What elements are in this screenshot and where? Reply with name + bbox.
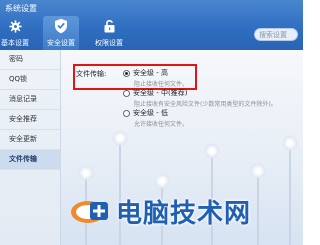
watermark-logo-icon bbox=[70, 196, 110, 226]
sidebar-item-qq-lock[interactable]: QQ锁 bbox=[0, 70, 60, 90]
sidebar-item-security-recommend[interactable]: 安全推荐 bbox=[0, 110, 60, 130]
top-toolbar: 系统设置 基本设置 安全设置 权限设置 搜索设置 bbox=[0, 0, 303, 50]
toolbar-basic-settings[interactable]: 基本设置 bbox=[0, 16, 30, 50]
radio-button[interactable] bbox=[123, 89, 130, 97]
option-label: 安全级 - 高 bbox=[133, 69, 168, 77]
toolbar-security-settings[interactable]: 安全设置 bbox=[43, 16, 79, 50]
watermark-text: 电脑技术网 bbox=[116, 198, 252, 229]
sidebar-item-password[interactable]: 密码 bbox=[0, 50, 60, 70]
toolbar-basic-settings-label: 基本设置 bbox=[1, 39, 29, 47]
background-flower bbox=[250, 163, 266, 245]
option-security-medium[interactable]: 安全级 - 中(推荐) 阻止接收有安全风险文件(少数常用类型的文件除外)。 bbox=[123, 88, 277, 108]
radio-button[interactable] bbox=[123, 109, 130, 117]
shield-icon bbox=[43, 16, 79, 36]
gear-icon bbox=[0, 16, 30, 36]
toolbar-security-settings-label: 安全设置 bbox=[47, 39, 75, 47]
option-security-low[interactable]: 安全级 - 低 允许接收任何文件。 bbox=[123, 108, 188, 128]
option-label: 安全级 - 中(推荐) bbox=[133, 89, 188, 97]
watermark: 电脑技术网 bbox=[70, 192, 251, 230]
sidebar-item-security-update[interactable]: 安全更新 bbox=[0, 130, 60, 150]
settings-window: 系统设置 基本设置 安全设置 权限设置 搜索设置 密码 QQ锁 消息记录 安全推… bbox=[0, 0, 303, 245]
window-title: 系统设置 bbox=[5, 4, 37, 13]
sidebar-item-file-transfer[interactable]: 文件传输 bbox=[0, 150, 60, 170]
radio-button-selected[interactable] bbox=[123, 69, 130, 77]
lock-icon bbox=[92, 16, 126, 36]
option-security-high[interactable]: 安全级 - 高 阻止接收任何文件。 bbox=[123, 68, 188, 88]
option-description: 允许接收任何文件。 bbox=[134, 121, 189, 128]
toolbar-permission-settings[interactable]: 权限设置 bbox=[92, 16, 126, 50]
sidebar: 密码 QQ锁 消息记录 安全推荐 安全更新 文件传输 bbox=[0, 50, 61, 245]
background-flower bbox=[282, 135, 298, 245]
option-label: 安全级 - 低 bbox=[133, 109, 168, 117]
search-input[interactable]: 搜索设置 bbox=[254, 28, 298, 41]
sidebar-item-message-history[interactable]: 消息记录 bbox=[0, 90, 60, 110]
option-description: 阻止接收有安全风险文件(少数常用类型的文件除外)。 bbox=[134, 101, 277, 108]
option-description: 阻止接收任何文件。 bbox=[134, 81, 189, 88]
section-label-file-transfer: 文件传输: bbox=[76, 70, 107, 78]
toolbar-permission-settings-label: 权限设置 bbox=[95, 39, 123, 47]
